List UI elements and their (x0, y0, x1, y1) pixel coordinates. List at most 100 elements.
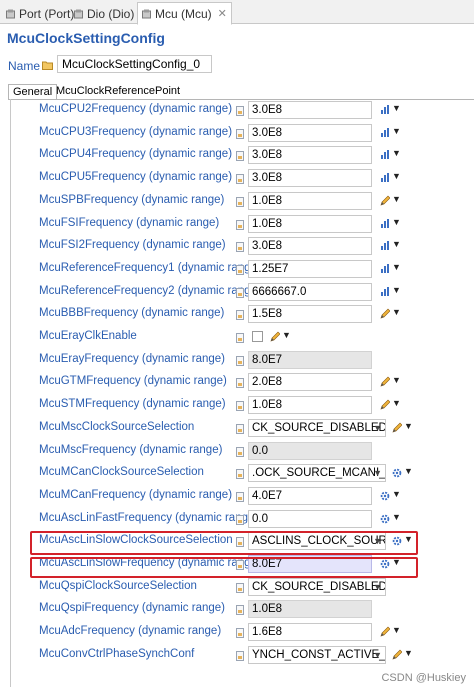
field-value: 8.0E7 (252, 558, 283, 570)
chevron-down-icon[interactable]: ▼ (373, 423, 382, 433)
chevron-down-icon[interactable]: ▼ (392, 217, 401, 227)
value-field[interactable]: 3.0E8 (248, 237, 372, 255)
chevron-down-icon[interactable]: ▼ (392, 262, 401, 272)
tab-general[interactable]: General (8, 84, 58, 100)
gear-icon[interactable] (380, 558, 390, 569)
chevron-down-icon[interactable]: ▼ (392, 103, 401, 113)
close-icon[interactable]: ✕ (218, 7, 227, 20)
chevron-down-icon[interactable]: ▼ (392, 557, 401, 567)
value-field[interactable]: 3.0E8 (248, 101, 372, 119)
param-row-mcuasclinslowfrequency: McuAscLinSlowFrequency (dynamic range) 8.… (0, 553, 474, 575)
value-field[interactable]: 8.0E7 (248, 555, 372, 573)
chevron-down-icon[interactable]: ▼ (392, 126, 401, 136)
gear-icon[interactable] (392, 535, 402, 546)
chevron-down-icon[interactable]: ▼ (404, 421, 413, 431)
calculated-value-icon[interactable] (380, 218, 390, 229)
calculated-value-icon[interactable] (380, 104, 390, 115)
gear-icon[interactable] (380, 513, 390, 524)
field-value: 1.0E8 (252, 195, 283, 207)
chevron-down-icon[interactable]: ▼ (392, 307, 401, 317)
value-select[interactable]: YNCH_CONST_ACTIVE_SEL0▼ (248, 646, 386, 664)
value-field[interactable]: 3.0E8 (248, 146, 372, 164)
param-row-mcuqspifrequency: McuQspiFrequency (dynamic range) 1.0E8 (0, 598, 474, 620)
name-field[interactable]: McuClockSettingConfig_0 (57, 55, 212, 73)
value-field[interactable]: 1.0E8 (248, 215, 372, 233)
tab-port[interactable]: Port (Port) (2, 3, 78, 24)
pencil-icon[interactable] (392, 422, 402, 433)
field-value: CK_SOURCE_DISABLED_SEL0 (252, 422, 385, 434)
chevron-down-icon[interactable]: ▼ (373, 650, 382, 660)
chevron-down-icon[interactable]: ▼ (373, 468, 382, 478)
value-field[interactable]: 1.5E8 (248, 305, 372, 323)
chevron-down-icon[interactable]: ▼ (392, 512, 401, 522)
tab-label: Mcu (Mcu) (155, 6, 212, 21)
chevron-down-icon[interactable]: ▼ (404, 466, 413, 476)
param-row-mcuconvctrlphasesynchconf: McuConvCtrlPhaseSynchConf YNCH_CONST_ACTI… (0, 644, 474, 666)
value-select[interactable]: CK_SOURCE_DISABLED_SEL0▼ (248, 578, 386, 596)
value-field[interactable]: 1.0E8 (248, 192, 372, 210)
chevron-down-icon[interactable]: ▼ (392, 489, 401, 499)
calculated-value-icon[interactable] (380, 149, 390, 160)
gear-icon[interactable] (392, 467, 402, 478)
chevron-down-icon[interactable]: ▼ (392, 171, 401, 181)
value-field[interactable]: 1.6E8 (248, 623, 372, 641)
field-value: 3.0E8 (252, 104, 283, 116)
enable-checkbox[interactable] (252, 331, 263, 342)
value-field[interactable]: 1.0E8 (248, 396, 372, 414)
file-value-icon (236, 151, 244, 161)
chevron-down-icon[interactable]: ▼ (392, 239, 401, 249)
field-value: 1.0E8 (252, 603, 283, 615)
param-label: McuReferenceFrequency2 (dynamic range) (39, 285, 261, 297)
chevron-down-icon[interactable]: ▼ (392, 285, 401, 295)
calculated-value-icon[interactable] (380, 127, 390, 138)
param-label: McuConvCtrlPhaseSynchConf (39, 648, 195, 660)
calculated-value-icon[interactable] (380, 286, 390, 297)
chevron-down-icon[interactable]: ▼ (392, 375, 401, 385)
pencil-icon[interactable] (380, 308, 390, 319)
value-field[interactable]: 2.0E8 (248, 373, 372, 391)
gear-icon[interactable] (380, 490, 390, 501)
value-field[interactable]: 4.0E7 (248, 487, 372, 505)
tab-label: Port (Port) (19, 6, 75, 21)
pencil-icon[interactable] (380, 195, 390, 206)
value-field[interactable]: 3.0E8 (248, 124, 372, 142)
param-label: McuBBBFrequency (dynamic range) (39, 307, 225, 319)
pencil-icon[interactable] (380, 399, 390, 410)
value-field[interactable]: 0.0 (248, 510, 372, 528)
pencil-icon[interactable] (380, 376, 390, 387)
file-value-icon (236, 378, 244, 388)
value-field[interactable]: 3.0E8 (248, 169, 372, 187)
calculated-value-icon[interactable] (380, 263, 390, 274)
calculated-value-icon[interactable] (380, 172, 390, 183)
param-row-mcustmfrequency: McuSTMFrequency (dynamic range) 1.0E8 ▼ (0, 394, 474, 416)
pencil-icon[interactable] (392, 649, 402, 660)
chevron-down-icon[interactable]: ▼ (392, 194, 401, 204)
value-select[interactable]: .OCK_SOURCE_MCANI_SEL1▼ (248, 464, 386, 482)
param-label: McuReferenceFrequency1 (dynamic range) (39, 262, 261, 274)
pencil-icon[interactable] (380, 626, 390, 637)
tab-dio[interactable]: Dio (Dio) (70, 3, 138, 24)
file-value-icon (236, 424, 244, 434)
chevron-down-icon[interactable]: ▼ (373, 582, 382, 592)
param-row-mcuspbfrequency: McuSPBFrequency (dynamic range) 1.0E8 ▼ (0, 190, 474, 212)
chevron-down-icon[interactable]: ▼ (392, 625, 401, 635)
chevron-down-icon[interactable]: ▼ (392, 398, 401, 408)
chevron-down-icon[interactable]: ▼ (404, 648, 413, 658)
module-icon (74, 9, 83, 18)
value-field[interactable]: 6666667.0 (248, 283, 372, 301)
calculated-value-icon[interactable] (380, 240, 390, 251)
tab-mcu-clock-reference-point[interactable]: McuClockReferencePoint (52, 84, 184, 100)
module-icon (6, 9, 15, 18)
value-select[interactable]: ASCLINS_CLOCK_SOURCE_A▼ (248, 532, 386, 550)
param-row-mcumcanclocksourceselection: McuMCanClockSourceSelection .OCK_SOURCE_M… (0, 462, 474, 484)
pencil-icon[interactable] (270, 331, 280, 342)
field-value: 1.25E7 (252, 263, 289, 275)
chevron-down-icon[interactable]: ▼ (392, 148, 401, 158)
param-row-mcubbbfrequency: McuBBBFrequency (dynamic range) 1.5E8 ▼ (0, 303, 474, 325)
value-select[interactable]: CK_SOURCE_DISABLED_SEL0▼ (248, 419, 386, 437)
chevron-down-icon[interactable]: ▼ (282, 330, 291, 340)
chevron-down-icon[interactable]: ▼ (404, 534, 413, 544)
tab-mcu[interactable]: Mcu (Mcu) ✕ (137, 2, 232, 25)
value-field[interactable]: 1.25E7 (248, 260, 372, 278)
chevron-down-icon[interactable]: ▼ (373, 536, 382, 546)
